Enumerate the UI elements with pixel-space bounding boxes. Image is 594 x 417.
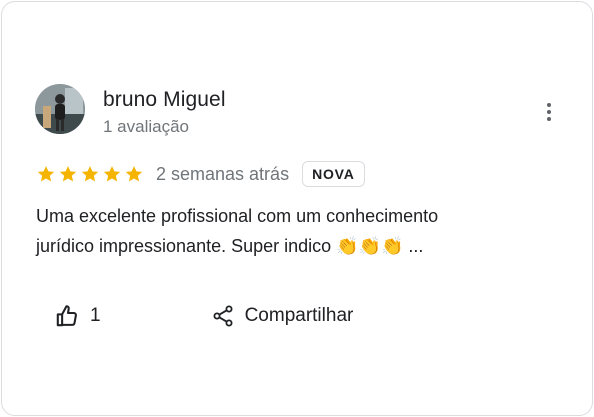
review-actions: 1 Compartilhar xyxy=(54,301,353,331)
star-icon xyxy=(59,166,77,182)
author-review-count: 1 avaliação xyxy=(103,117,190,136)
more-text-ellipsis[interactable]: ... xyxy=(403,236,423,256)
more-vert-icon xyxy=(547,103,551,107)
review-card: bruno Miguel 1 avaliação 2 semanas atrás… xyxy=(1,1,593,416)
rating-row: 2 semanas atrás NOVA xyxy=(36,160,365,188)
like-count: 1 xyxy=(90,305,101,326)
share-icon xyxy=(213,305,233,327)
clap-emoji: 👏👏👏 xyxy=(336,236,404,256)
like-button[interactable]: 1 xyxy=(54,303,101,329)
more-vert-icon-dot xyxy=(547,117,551,121)
more-vert-icon-dot xyxy=(547,110,551,114)
star-rating xyxy=(36,164,144,184)
review-text-line-2: jurídico impressionante. Super indico 👏👏… xyxy=(36,231,556,261)
review-text-line-1: Uma excelente profissional com um conhec… xyxy=(36,206,439,226)
new-badge: NOVA xyxy=(302,161,365,187)
more-options-button[interactable] xyxy=(535,98,563,126)
author-avatar[interactable] xyxy=(35,84,85,134)
author-name[interactable]: bruno Miguel xyxy=(103,88,226,112)
star-icon xyxy=(125,166,143,182)
star-icon xyxy=(37,166,55,182)
review-text-line-2-text: jurídico impressionante. Super indico xyxy=(36,236,337,256)
star-icon xyxy=(81,166,99,182)
star-icon xyxy=(103,166,121,182)
share-button[interactable]: Compartilhar xyxy=(211,304,354,328)
review-text: Uma excelente profissional com um conhec… xyxy=(36,201,556,261)
review-date: 2 semanas atrás xyxy=(156,163,290,184)
thumb-up-icon xyxy=(56,305,77,327)
share-label: Compartilhar xyxy=(244,305,354,326)
